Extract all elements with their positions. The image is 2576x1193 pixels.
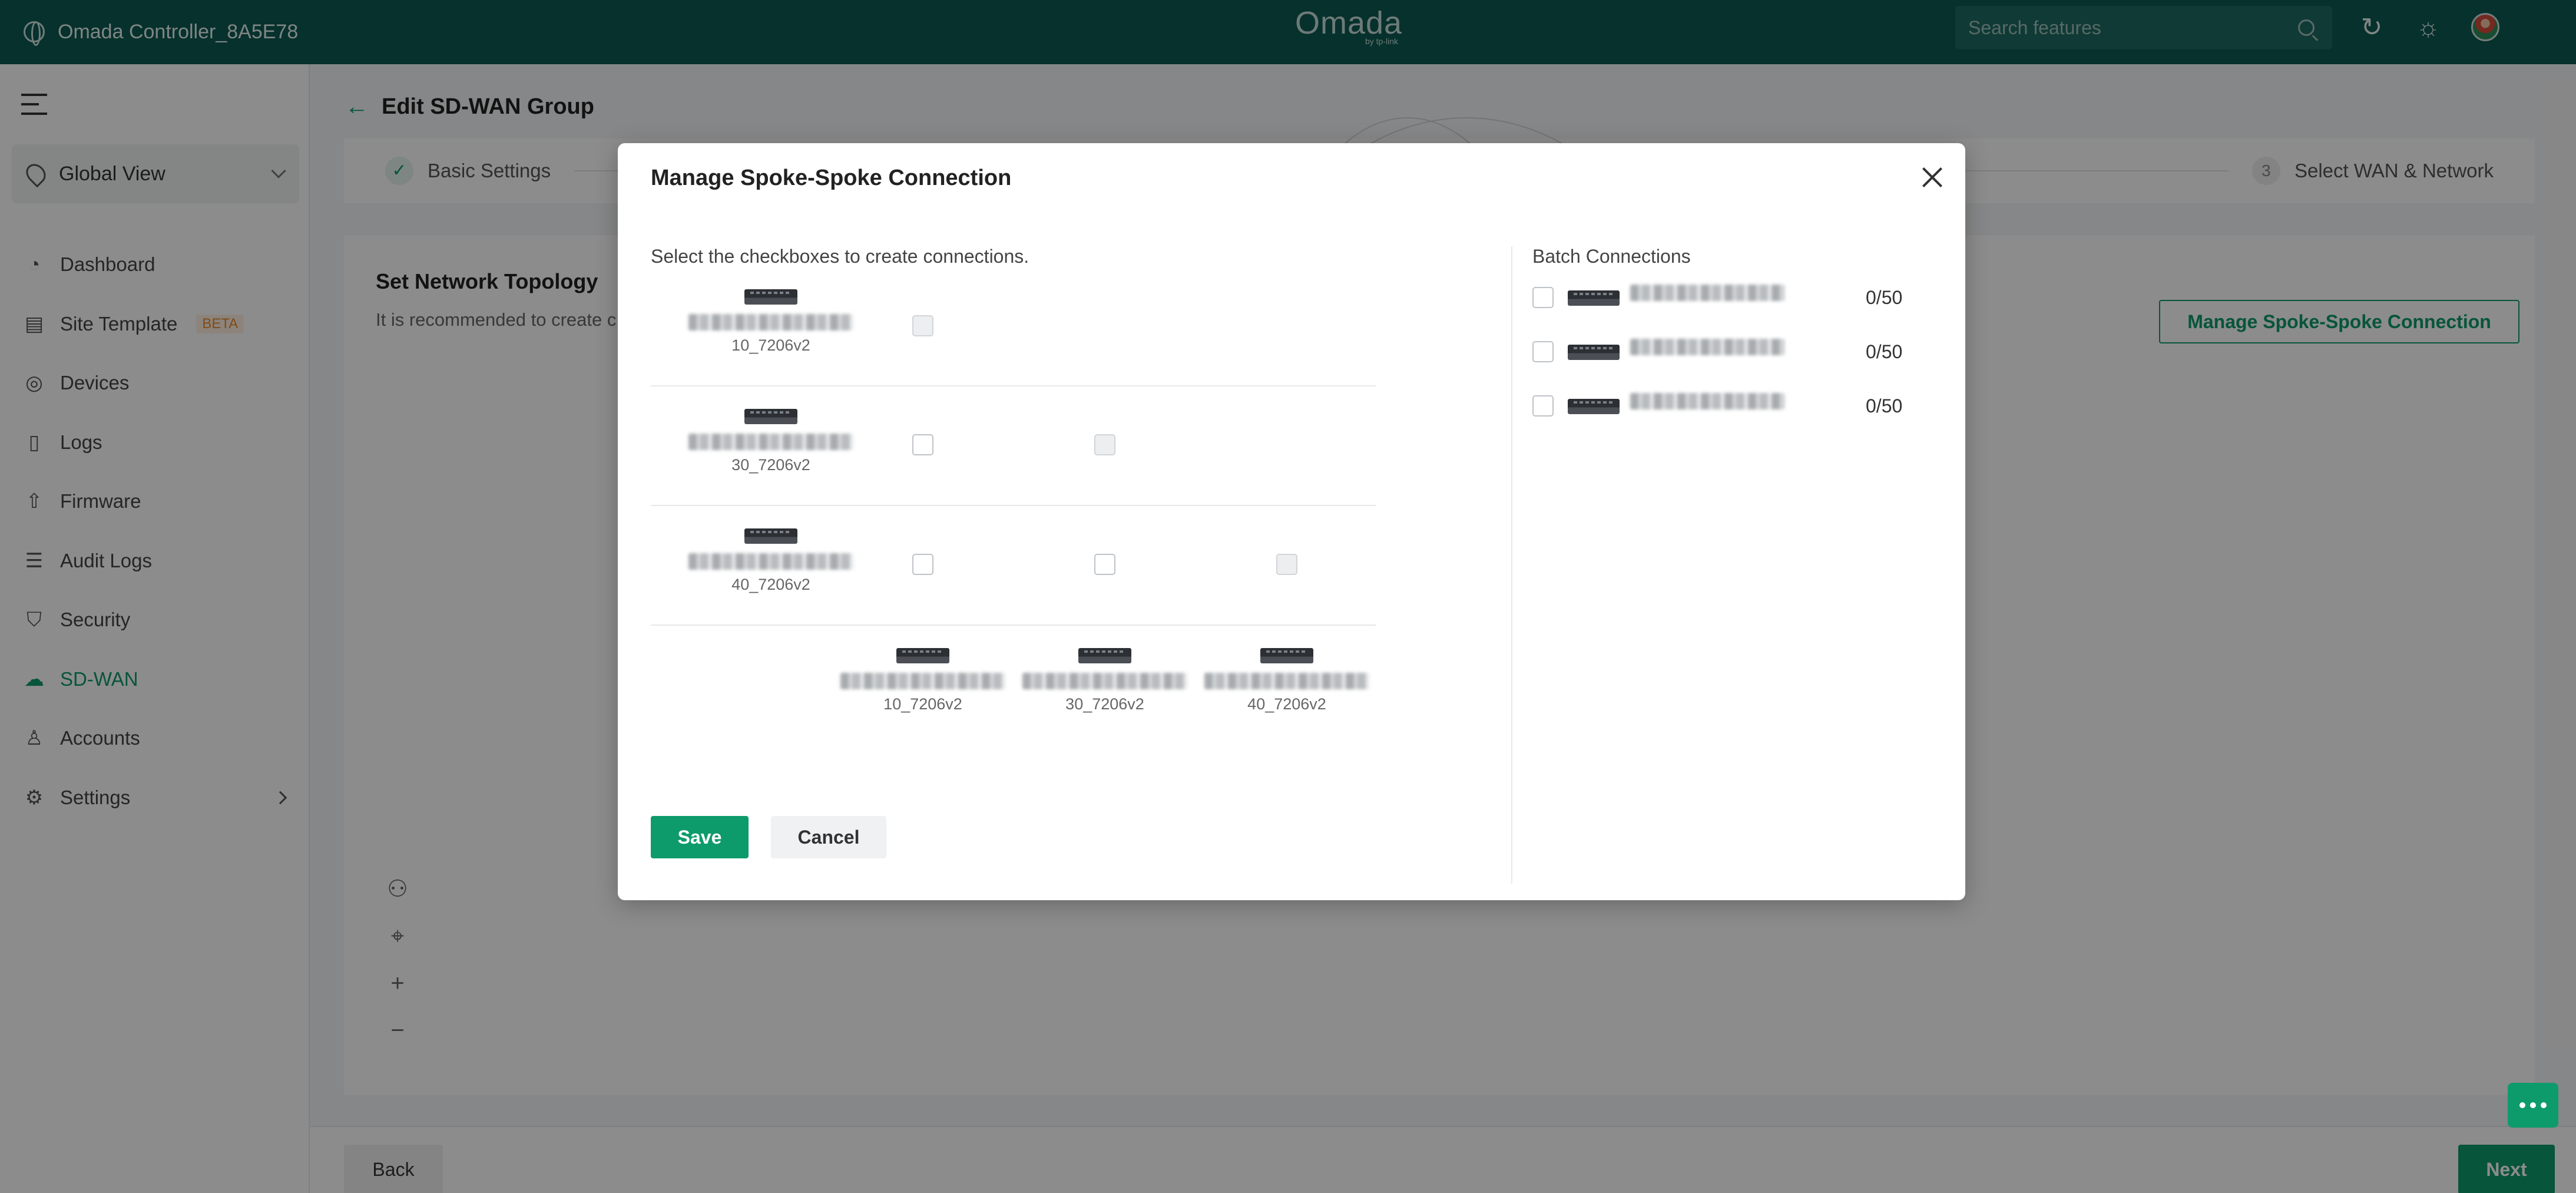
redacted-device-name [1022, 673, 1187, 689]
spoke-connection-modal: Manage Spoke-Spoke Connection Select the… [618, 143, 1965, 900]
redacted-device-name [1630, 339, 1784, 355]
redacted-device-name [1630, 393, 1784, 409]
device-label: 40_7206v2 [731, 576, 810, 593]
modal-divider [1511, 246, 1512, 884]
batch-connection-item: 0/50 [1532, 280, 1933, 315]
redacted-device-name [840, 673, 1005, 689]
router-icon [744, 528, 797, 544]
batch-checkbox[interactable] [1532, 287, 1554, 308]
chat-dot-icon [2541, 1102, 2547, 1108]
router-icon [744, 409, 797, 424]
chat-dot-icon [2530, 1102, 2536, 1108]
column-device: 40_7206v2 [1198, 648, 1375, 713]
router-icon [1568, 345, 1620, 360]
connection-checkbox[interactable] [912, 434, 933, 455]
chat-dot-icon [2519, 1102, 2525, 1108]
router-icon [1568, 290, 1620, 306]
connection-checkbox[interactable] [1094, 554, 1115, 575]
batch-connections-title: Batch Connections [1532, 246, 1691, 267]
connection-checkbox [1276, 554, 1297, 575]
chat-button[interactable] [2508, 1083, 2558, 1128]
redacted-device-name [1630, 285, 1784, 301]
connection-checkbox[interactable] [912, 554, 933, 575]
close-icon[interactable] [1919, 164, 1945, 190]
connection-checkbox [1094, 434, 1115, 455]
redacted-device-name [1204, 673, 1369, 689]
batch-checkbox[interactable] [1532, 341, 1554, 362]
router-icon [744, 289, 797, 305]
router-icon [1260, 648, 1313, 663]
row-device: 40_7206v2 [683, 528, 859, 594]
modal-instruction: Select the checkboxes to create connecti… [651, 246, 1029, 267]
batch-checkbox[interactable] [1532, 395, 1554, 417]
router-icon [1078, 648, 1131, 663]
save-button[interactable]: Save [651, 816, 749, 858]
device-label: 10_7206v2 [731, 336, 810, 354]
device-label: 30_7206v2 [731, 456, 810, 474]
device-label: 30_7206v2 [1065, 695, 1144, 713]
column-device: 10_7206v2 [835, 648, 1011, 713]
redacted-device-name [688, 553, 853, 570]
redacted-device-name [688, 314, 853, 331]
row-divider [651, 385, 1376, 386]
redacted-device-name [688, 434, 853, 450]
row-device: 30_7206v2 [683, 409, 859, 474]
router-icon [1568, 399, 1620, 414]
device-label: 40_7206v2 [1247, 695, 1326, 713]
batch-connection-item: 0/50 [1532, 388, 1933, 424]
cancel-button[interactable]: Cancel [771, 816, 886, 858]
batch-connection-item: 0/50 [1532, 334, 1933, 369]
connection-count: 0/50 [1866, 287, 1903, 308]
connection-count: 0/50 [1866, 341, 1903, 362]
connection-checkbox [912, 315, 933, 336]
row-divider [651, 624, 1376, 626]
router-icon [896, 648, 949, 663]
device-label: 10_7206v2 [883, 695, 962, 713]
column-device: 30_7206v2 [1017, 648, 1193, 713]
modal-title: Manage Spoke-Spoke Connection [651, 166, 1012, 190]
row-divider [651, 505, 1376, 506]
connection-count: 0/50 [1866, 395, 1903, 417]
row-device: 10_7206v2 [683, 289, 859, 355]
